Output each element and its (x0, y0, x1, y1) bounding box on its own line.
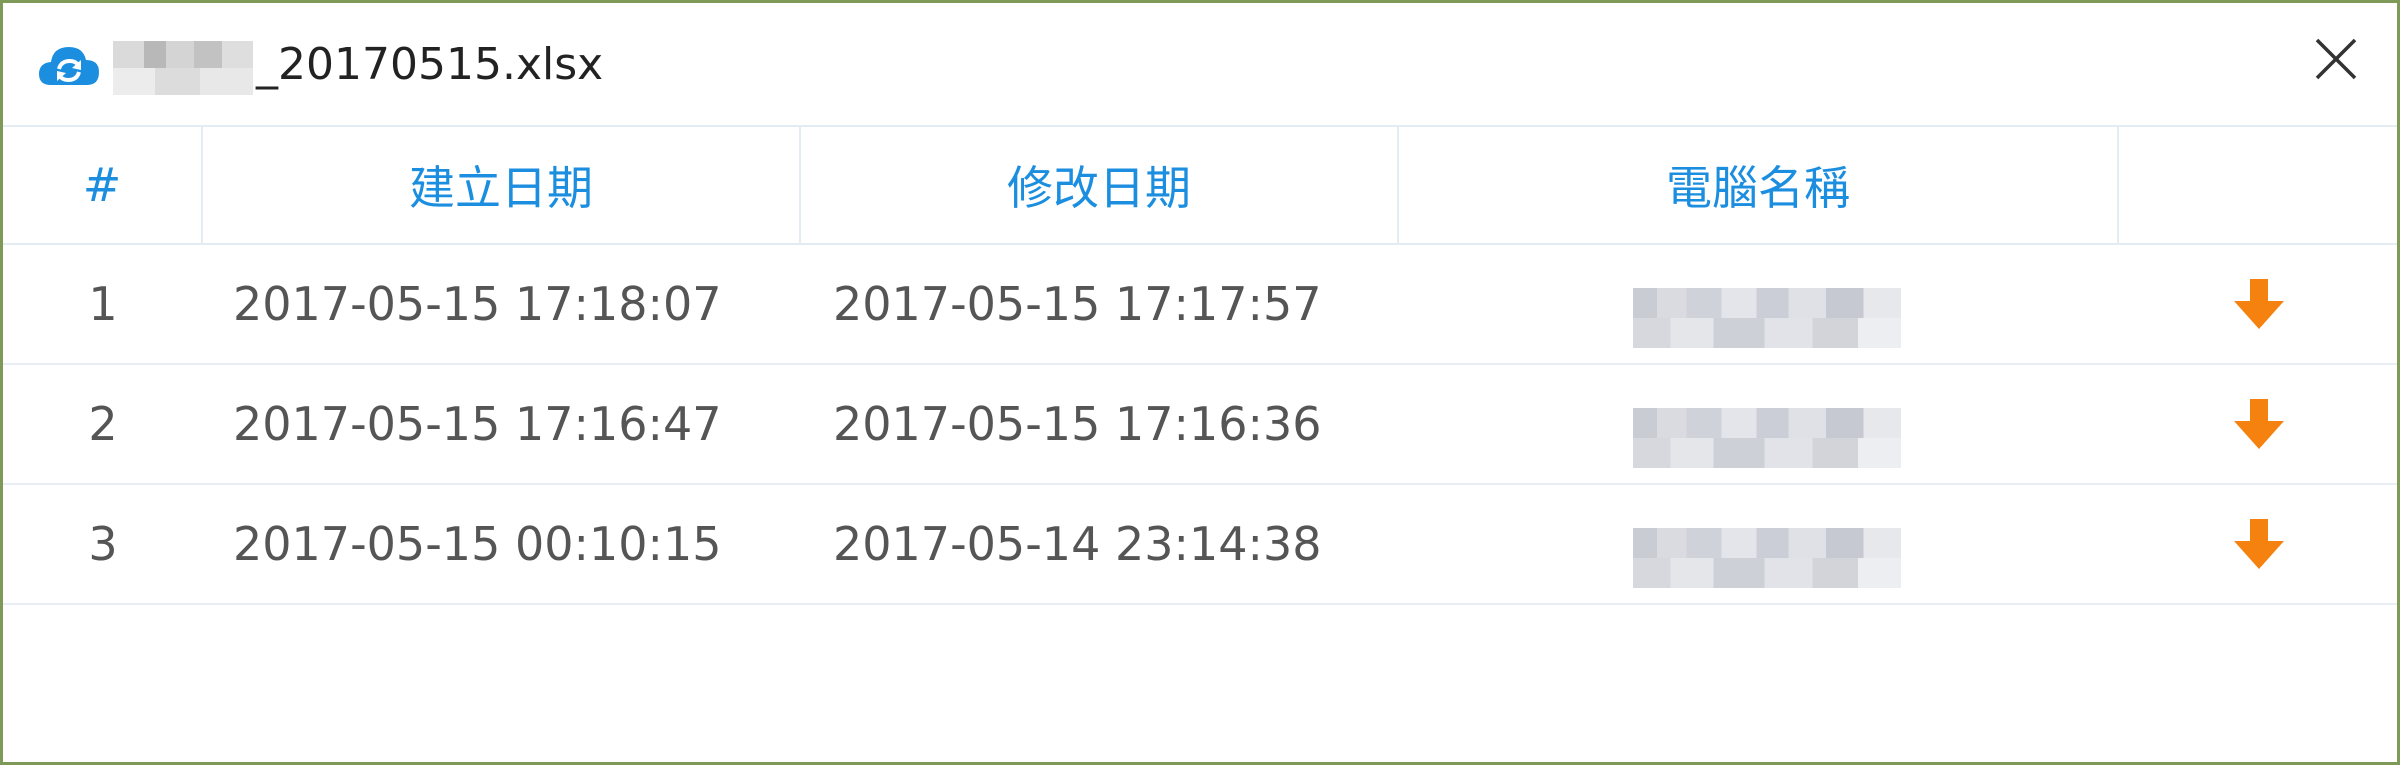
redacted-filename-prefix (113, 41, 253, 95)
versions-table: # 建立日期 修改日期 電腦名稱 1 2017-05-15 17:18:07 2… (3, 127, 2397, 605)
row-number: 3 (88, 517, 118, 571)
header-action (2119, 127, 2400, 243)
download-arrow-icon (2234, 279, 2284, 329)
download-arrow-icon (2234, 519, 2284, 569)
computer-name-redacted (1633, 365, 1901, 483)
download-button[interactable] (2228, 365, 2290, 483)
download-button[interactable] (2228, 485, 2290, 603)
row-number: 2 (88, 397, 118, 451)
cloud-sync-icon (39, 47, 99, 85)
table-row[interactable]: 3 2017-05-15 00:10:15 2017-05-14 23:14:3… (3, 485, 2397, 605)
table-row[interactable]: 2 2017-05-15 17:16:47 2017-05-15 17:16:3… (3, 365, 2397, 485)
modified-date: 2017-05-15 17:17:57 (833, 277, 1322, 331)
computer-name-redacted (1633, 245, 1901, 363)
header-computer-name[interactable]: 電腦名稱 (1399, 127, 2119, 243)
window-title: _20170515.xlsx (256, 39, 604, 90)
table-header-row: # 建立日期 修改日期 電腦名稱 (3, 127, 2397, 245)
header-number: # (3, 127, 203, 243)
download-arrow-icon (2234, 399, 2284, 449)
created-date: 2017-05-15 00:10:15 (233, 517, 722, 571)
computer-name-redacted (1633, 485, 1901, 603)
row-number: 1 (88, 277, 118, 331)
title-bar: _20170515.xlsx (3, 3, 2397, 127)
download-button[interactable] (2228, 245, 2290, 363)
created-date: 2017-05-15 17:16:47 (233, 397, 722, 451)
modified-date: 2017-05-14 23:14:38 (833, 517, 1322, 571)
header-created-date[interactable]: 建立日期 (203, 127, 801, 243)
header-modified-date[interactable]: 修改日期 (801, 127, 1399, 243)
close-button[interactable] (2313, 36, 2359, 82)
modified-date: 2017-05-15 17:16:36 (833, 397, 1322, 451)
created-date: 2017-05-15 17:18:07 (233, 277, 722, 331)
file-versions-window: _20170515.xlsx # 建立日期 修改日期 電腦名稱 1 2017-0… (0, 0, 2400, 765)
table-row[interactable]: 1 2017-05-15 17:18:07 2017-05-15 17:17:5… (3, 245, 2397, 365)
